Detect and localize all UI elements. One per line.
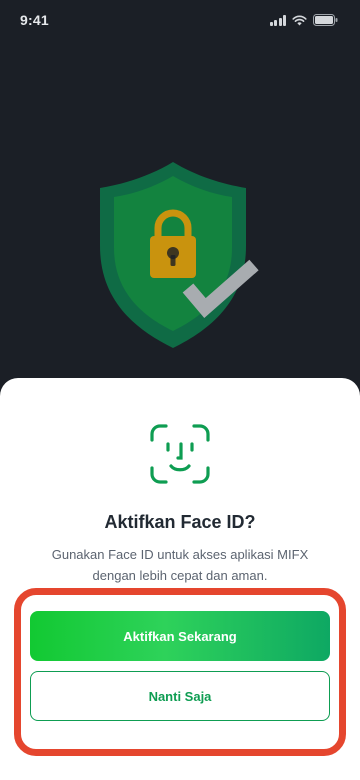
shield-lock-illustration [92, 158, 268, 354]
status-time: 9:41 [20, 12, 49, 28]
wifi-icon [292, 15, 307, 25]
status-bar: 9:41 [0, 0, 360, 40]
sheet-title: Aktifkan Face ID? [104, 512, 256, 532]
activate-now-button[interactable]: Aktifkan Sekarang [30, 611, 330, 661]
face-id-icon [150, 424, 210, 484]
sheet-description: Gunakan Face ID untuk akses aplikasi MIF… [51, 547, 309, 583]
status-icons [269, 14, 339, 26]
later-button[interactable]: Nanti Saja [30, 671, 330, 721]
battery-icon [313, 14, 338, 26]
signal-icon [269, 14, 286, 26]
face-id-bottom-sheet: Aktifkan Face ID? Gunakan Face ID untuk … [0, 378, 360, 780]
